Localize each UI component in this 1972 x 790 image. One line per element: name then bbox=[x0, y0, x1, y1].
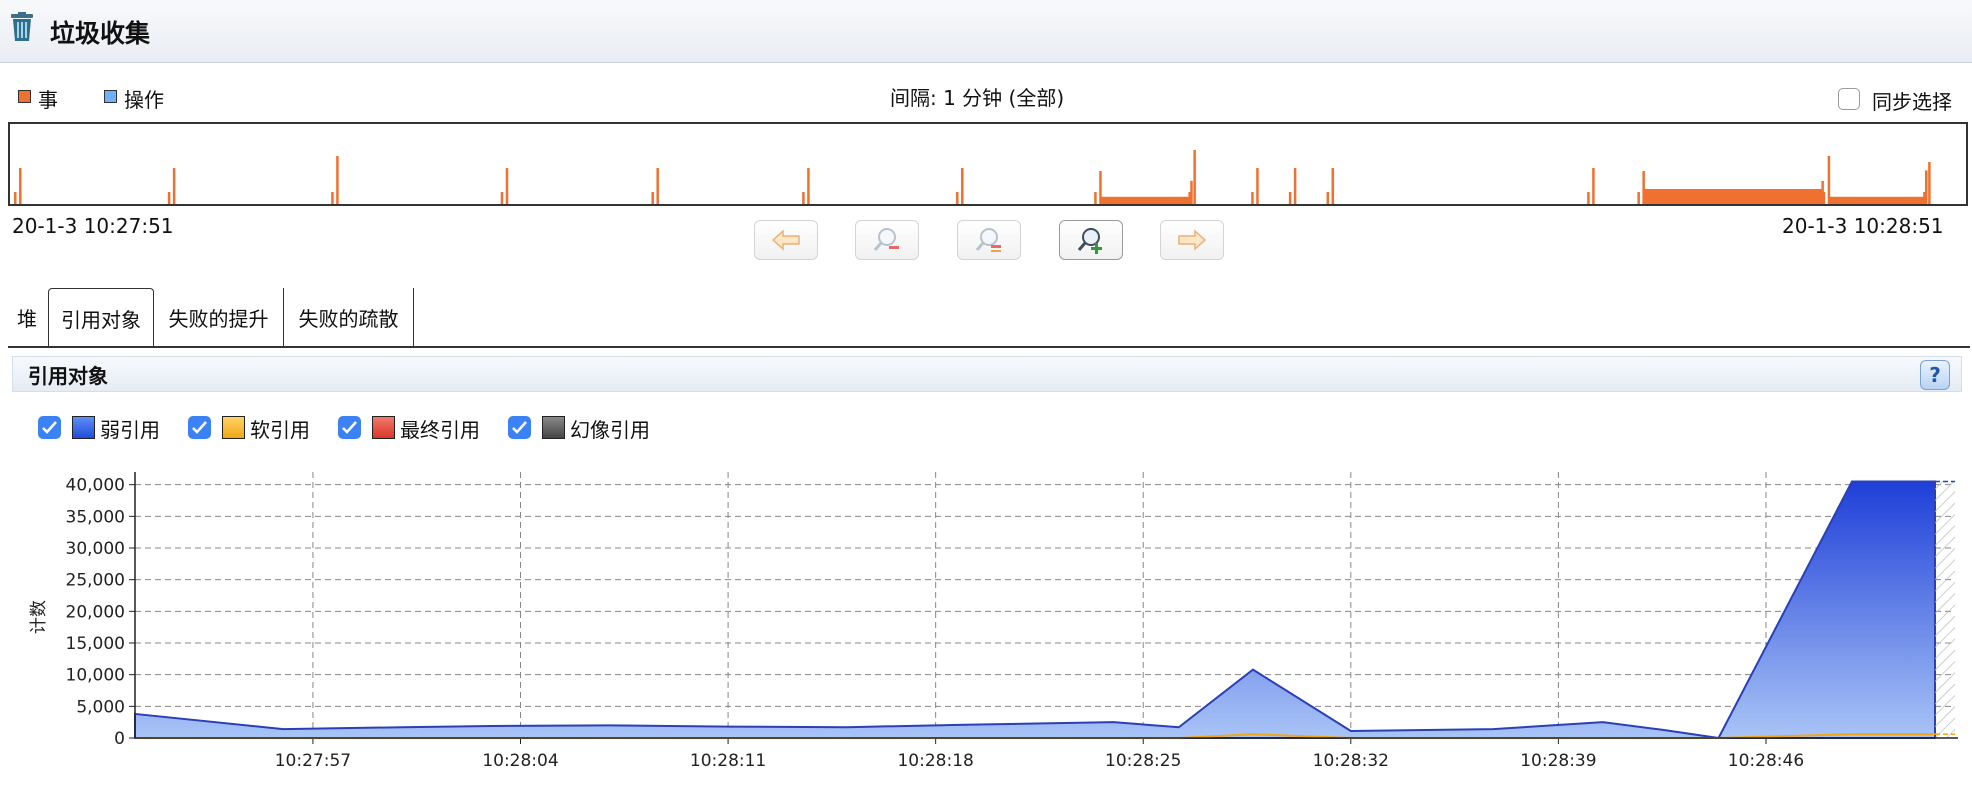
x-tick-label: 10:28:04 bbox=[482, 751, 558, 771]
event-overview-strip[interactable] bbox=[8, 122, 1968, 206]
arrow-right-icon bbox=[1178, 229, 1207, 251]
weak-ref-swatch bbox=[72, 416, 95, 439]
y-tick-label: 30,000 bbox=[66, 539, 125, 559]
y-tick-label: 40,000 bbox=[66, 476, 125, 496]
overview-event-span bbox=[1643, 189, 1823, 204]
scroll-right-button[interactable] bbox=[1160, 220, 1224, 260]
zoom-in-button[interactable] bbox=[1059, 220, 1123, 260]
weak-ref-checkbox[interactable] bbox=[38, 416, 61, 439]
overview-event-span bbox=[1100, 196, 1192, 204]
tab-reference-objects[interactable]: 引用对象 bbox=[48, 288, 154, 348]
x-tick-label: 10:28:32 bbox=[1313, 751, 1389, 771]
final-ref-swatch bbox=[372, 416, 395, 439]
y-tick-label: 20,000 bbox=[66, 602, 125, 622]
final-ref-checkbox[interactable] bbox=[338, 416, 361, 439]
tab-divider bbox=[8, 346, 1970, 348]
soft-ref-checkbox[interactable] bbox=[188, 416, 211, 439]
arrow-left-icon bbox=[771, 229, 800, 251]
tab-failed-promotion[interactable]: 失败的提升 bbox=[154, 288, 284, 346]
y-tick-label: 15,000 bbox=[66, 634, 125, 654]
phantom-ref-checkbox[interactable] bbox=[508, 416, 531, 439]
reference-objects-chart[interactable]: 计数 40,000 35,000 30,000 25,000 20,000 15,000 1… bbox=[0, 455, 1972, 790]
x-tick-label: 10:28:25 bbox=[1105, 751, 1181, 771]
x-tick-label: 10:28:11 bbox=[690, 751, 766, 771]
window-title: 垃圾收集 bbox=[50, 19, 151, 48]
title-bar bbox=[0, 0, 1972, 63]
zoom-out-icon bbox=[873, 228, 899, 251]
phantom-ref-swatch bbox=[542, 416, 565, 439]
phantom-ref-label: 幻像引用 bbox=[570, 418, 650, 442]
x-tick-label: 10:27:57 bbox=[275, 751, 351, 771]
zoom-in-icon bbox=[1077, 228, 1102, 254]
overview-start-time: 20-1-3 10:27:51 bbox=[12, 214, 174, 238]
soft-ref-swatch bbox=[222, 416, 245, 439]
zoom-reset-icon bbox=[975, 228, 1001, 252]
checkmark-icon bbox=[512, 421, 527, 434]
y-axis-label: 计数 bbox=[29, 600, 49, 634]
checkmark-icon bbox=[42, 421, 57, 434]
y-tick-label: 10,000 bbox=[66, 666, 125, 686]
x-tick-label: 10:28:39 bbox=[1520, 751, 1596, 771]
operations-legend-label: 操作 bbox=[124, 88, 164, 112]
weak-ref-series-area bbox=[134, 480, 1936, 740]
zoom-out-button[interactable] bbox=[855, 220, 919, 260]
x-tick-label: 10:28:46 bbox=[1728, 751, 1804, 771]
help-button[interactable]: ? bbox=[1920, 360, 1950, 390]
scroll-left-button[interactable] bbox=[754, 220, 818, 260]
tab-failed-evacuation[interactable]: 失败的疏散 bbox=[284, 288, 414, 346]
checkmark-icon bbox=[192, 421, 207, 434]
interval-label: 间隔: 1 分钟 (全部) bbox=[890, 86, 1065, 110]
y-tick-label: 25,000 bbox=[66, 571, 125, 591]
x-tick-label: 10:28:18 bbox=[897, 751, 973, 771]
checkmark-icon bbox=[342, 421, 357, 434]
final-ref-label: 最终引用 bbox=[400, 418, 480, 442]
overview-end-time: 20-1-3 10:28:51 bbox=[1782, 214, 1944, 238]
y-tick-label: 5,000 bbox=[76, 697, 125, 717]
zoom-reset-button[interactable] bbox=[957, 220, 1021, 260]
incomplete-interval-hatch bbox=[1935, 481, 1955, 738]
overview-event-span bbox=[1828, 196, 1927, 204]
sync-selection-checkbox[interactable] bbox=[1838, 88, 1860, 110]
events-legend-label: 事 bbox=[38, 88, 58, 112]
operations-legend-swatch bbox=[104, 90, 117, 103]
y-tick-label: 35,000 bbox=[66, 507, 125, 527]
panel-title: 引用对象 bbox=[28, 364, 108, 388]
weak-ref-label: 弱引用 bbox=[100, 418, 160, 442]
y-tick-label: 0 bbox=[114, 729, 125, 749]
tab-heap[interactable]: 堆 bbox=[8, 288, 46, 346]
trash-icon bbox=[11, 12, 33, 41]
soft-ref-label: 软引用 bbox=[250, 418, 310, 442]
events-legend-swatch bbox=[18, 90, 31, 103]
panel-header bbox=[12, 356, 1962, 392]
sync-selection-label: 同步选择 bbox=[1872, 90, 1952, 114]
